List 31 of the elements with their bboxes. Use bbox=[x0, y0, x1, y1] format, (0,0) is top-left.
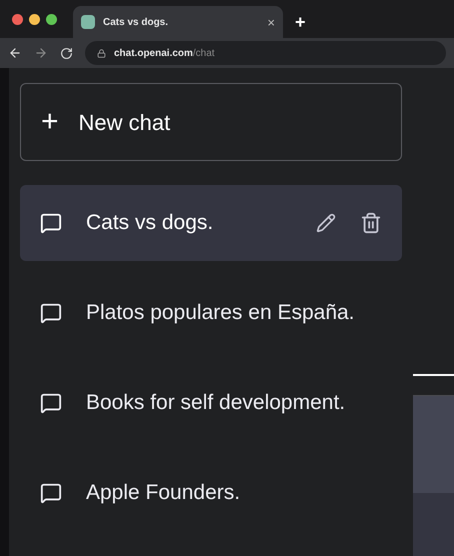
chat-title: Cats vs dogs. bbox=[86, 210, 214, 236]
url-path: /chat bbox=[192, 48, 215, 58]
reload-icon[interactable] bbox=[60, 46, 73, 60]
favicon-icon bbox=[81, 15, 95, 29]
url-field[interactable]: chat.openai.com/chat bbox=[85, 41, 446, 65]
tab-close-button[interactable]: × bbox=[267, 16, 275, 28]
browser-tab[interactable]: Cats vs dogs. × bbox=[73, 6, 283, 38]
chat-item[interactable]: Platos populares en España. bbox=[20, 275, 402, 351]
plus-icon: + bbox=[41, 107, 59, 137]
back-icon[interactable] bbox=[8, 46, 22, 60]
edit-icon[interactable] bbox=[316, 213, 336, 233]
maximize-window-icon[interactable] bbox=[46, 14, 57, 24]
chat-bubble-icon bbox=[40, 392, 62, 414]
chat-item[interactable]: Apple Founders. bbox=[20, 455, 402, 531]
close-window-icon[interactable] bbox=[12, 14, 23, 24]
chat-bubble-icon bbox=[40, 212, 62, 234]
chat-title: Books for self development. bbox=[86, 390, 346, 416]
chat-title: Apple Founders. bbox=[86, 480, 242, 506]
chat-title: Platos populares en España. bbox=[86, 300, 356, 326]
tab-title: Cats vs dogs. bbox=[103, 16, 170, 30]
forward-icon[interactable] bbox=[34, 46, 48, 60]
chat-bubble-icon bbox=[40, 302, 62, 324]
chat-bubble-icon bbox=[40, 482, 62, 504]
new-tab-button[interactable]: + bbox=[283, 6, 318, 38]
new-chat-button[interactable]: + New chat bbox=[20, 83, 402, 161]
url-host: chat.openai.com bbox=[114, 48, 193, 58]
chat-item[interactable]: Books for self development. bbox=[20, 365, 402, 441]
lock-icon bbox=[97, 48, 106, 58]
trash-icon[interactable] bbox=[360, 212, 382, 234]
minimize-window-icon[interactable] bbox=[29, 14, 40, 24]
chat-item[interactable]: Cats vs dogs. bbox=[20, 185, 402, 261]
